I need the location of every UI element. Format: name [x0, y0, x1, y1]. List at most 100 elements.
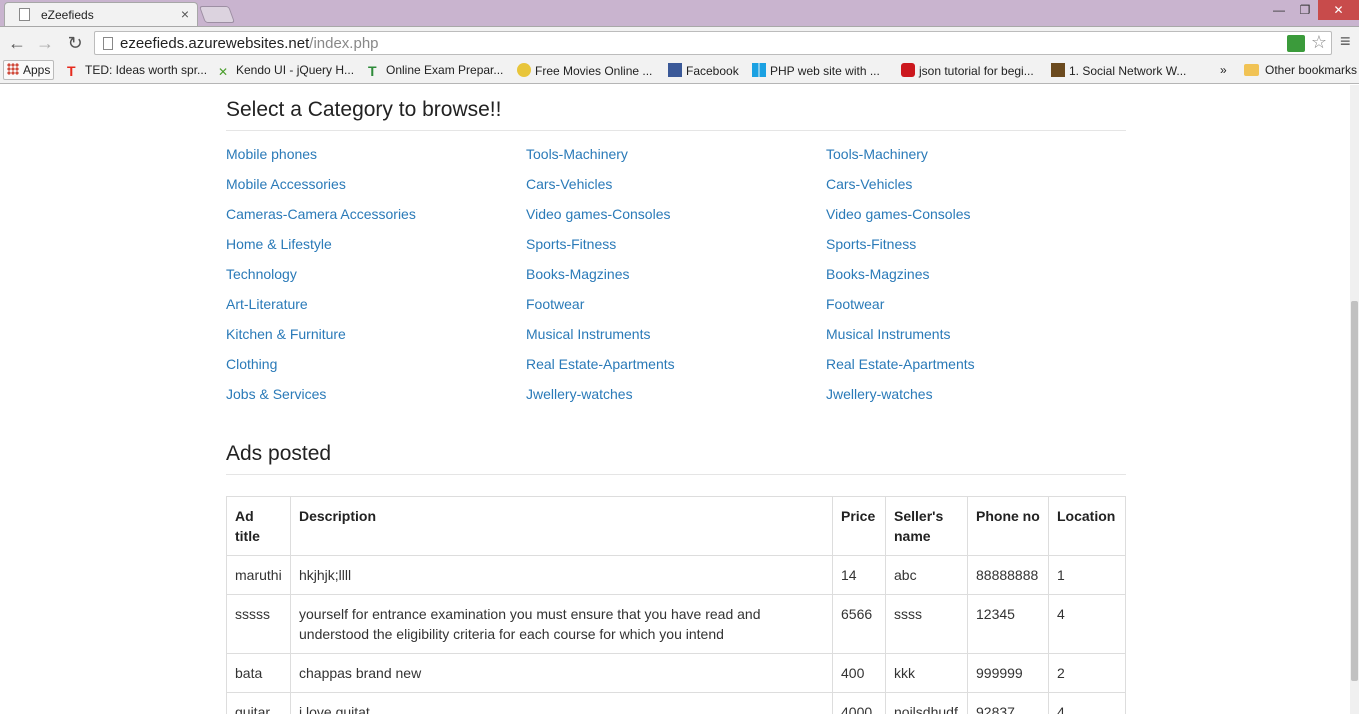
cell-price: 4000	[832, 692, 886, 714]
category-item: Cars-Vehicles	[526, 176, 826, 206]
table-row: sssss yourself for entrance examination y…	[226, 594, 1126, 654]
youtube-icon	[901, 63, 915, 77]
close-tab-icon[interactable]: ×	[181, 6, 189, 22]
ads-table-header: Ad title Description Price Seller's name Pho…	[226, 496, 1126, 556]
category-item: Mobile Accessories	[226, 176, 526, 206]
bookmark-star-icon[interactable]: ☆	[1311, 32, 1327, 53]
category-item: Tools-Machinery	[826, 146, 1126, 176]
cell-price: 6566	[832, 594, 886, 654]
category-link[interactable]: Video games-Consoles	[826, 206, 971, 222]
page-viewport: Select a Category to browse!! Mobile pho…	[0, 85, 1359, 714]
category-link[interactable]: Footwear	[526, 296, 584, 312]
category-link[interactable]: Cameras-Camera Accessories	[226, 206, 416, 222]
bookmark-social-network[interactable]: 1. Social Network W...	[1051, 63, 1186, 78]
bookmark-ted[interactable]: T TED: Ideas worth spr...	[67, 63, 207, 78]
table-row: maruthi hkjhjk;llll 14 abc 88888888 1	[226, 555, 1126, 595]
browser-toolbar: ← → ↻ ezeefieds.azurewebsites.net/index.…	[0, 26, 1359, 58]
cell-location: 1	[1048, 555, 1126, 595]
category-link[interactable]: Mobile phones	[226, 146, 317, 162]
extension-icon[interactable]	[1287, 35, 1305, 52]
more-bookmarks-chevron-icon[interactable]: »	[1220, 63, 1227, 77]
category-item: Jwellery-watches	[526, 386, 826, 416]
bookmark-json-tutorial[interactable]: json tutorial for begi...	[901, 63, 1034, 78]
back-button[interactable]: ←	[6, 32, 28, 54]
category-link[interactable]: Art-Literature	[226, 296, 308, 312]
category-link[interactable]: Cars-Vehicles	[526, 176, 612, 192]
reload-button[interactable]: ↻	[64, 32, 86, 54]
category-link[interactable]: Video games-Consoles	[526, 206, 671, 222]
bookmark-label: Facebook	[686, 64, 739, 78]
cell-seller-name: kkk	[885, 653, 968, 693]
category-item: Musical Instruments	[526, 326, 826, 356]
category-link[interactable]: Books-Magzines	[526, 266, 630, 282]
category-link[interactable]: Tools-Machinery	[826, 146, 928, 162]
url-text: ezeefieds.azurewebsites.net/index.php	[120, 35, 379, 52]
address-bar[interactable]: ezeefieds.azurewebsites.net/index.php ☆	[94, 31, 1332, 55]
category-link[interactable]: Real Estate-Apartments	[526, 356, 675, 372]
cell-seller-name: ssss	[885, 594, 968, 654]
category-column: Mobile phones Mobile Accessories Cameras-C…	[226, 146, 526, 416]
cell-seller-name: noilsdhudf	[885, 692, 968, 714]
category-link[interactable]: Sports-Fitness	[826, 236, 916, 252]
categories-heading: Select a Category to browse!!	[226, 98, 1126, 131]
category-item: Real Estate-Apartments	[826, 356, 1126, 386]
category-link[interactable]: Technology	[226, 266, 297, 282]
apps-button[interactable]: Apps	[3, 60, 55, 80]
cell-price: 400	[832, 653, 886, 693]
category-link[interactable]: Real Estate-Apartments	[826, 356, 975, 372]
category-item: Tools-Machinery	[526, 146, 826, 176]
column-header-price: Price	[832, 496, 886, 556]
category-link[interactable]: Tools-Machinery	[526, 146, 628, 162]
category-link[interactable]: Mobile Accessories	[226, 176, 346, 192]
folder-icon	[1244, 64, 1259, 76]
category-link[interactable]: Jwellery-watches	[526, 386, 633, 402]
ads-heading: Ads posted	[226, 442, 1126, 475]
minimize-button[interactable]: —	[1266, 0, 1292, 20]
category-link[interactable]: Cars-Vehicles	[826, 176, 912, 192]
category-link[interactable]: Clothing	[226, 356, 277, 372]
vertical-scrollbar[interactable]	[1350, 85, 1359, 714]
category-item: Sports-Fitness	[826, 236, 1126, 266]
kendo-icon: ✕	[218, 65, 229, 79]
category-item: Home & Lifestyle	[226, 236, 526, 266]
category-link[interactable]: Sports-Fitness	[526, 236, 616, 252]
column-header-phone-no: Phone no	[967, 496, 1049, 556]
other-bookmarks[interactable]: Other bookmarks	[1244, 63, 1357, 77]
category-link[interactable]: Musical Instruments	[826, 326, 950, 342]
cell-phone-no: 92837	[967, 692, 1049, 714]
category-link[interactable]: Kitchen & Furniture	[226, 326, 346, 342]
cell-price: 14	[832, 555, 886, 595]
bookmark-kendo[interactable]: ✕ Kendo UI - jQuery H...	[218, 63, 354, 79]
bookmark-free-movies[interactable]: Free Movies Online ...	[517, 63, 652, 78]
scrollbar-thumb[interactable]	[1351, 301, 1358, 681]
bookmark-label: 1. Social Network W...	[1069, 64, 1187, 78]
column-header-ad-title: Ad title	[226, 496, 291, 556]
url-path: /index.php	[309, 35, 379, 52]
category-link[interactable]: Footwear	[826, 296, 884, 312]
category-link[interactable]: Jwellery-watches	[826, 386, 933, 402]
category-link[interactable]: Books-Magzines	[826, 266, 930, 282]
category-item: Video games-Consoles	[526, 206, 826, 236]
table-row: guitar i love guitat 4000 noilsdhudf 92837 4	[226, 692, 1126, 714]
browser-tab[interactable]: eZeefieds ×	[4, 2, 198, 26]
close-window-button[interactable]: ✕	[1318, 0, 1359, 20]
bookmark-facebook[interactable]: Facebook	[668, 63, 739, 78]
category-item: Musical Instruments	[826, 326, 1126, 356]
restore-button[interactable]: ❐	[1292, 0, 1318, 20]
category-link[interactable]: Jobs & Services	[226, 386, 326, 402]
cell-ad-title: sssss	[226, 594, 291, 654]
windows-icon	[752, 63, 766, 77]
cell-phone-no: 12345	[967, 594, 1049, 654]
bookmark-online-exam[interactable]: T Online Exam Prepar...	[368, 63, 503, 78]
category-item: Books-Magzines	[526, 266, 826, 296]
bookmark-php-web-site[interactable]: PHP web site with ...	[752, 63, 880, 78]
new-tab-button[interactable]	[198, 6, 236, 23]
category-item: Sports-Fitness	[526, 236, 826, 266]
forward-button[interactable]: →	[34, 32, 56, 54]
category-item: Clothing	[226, 356, 526, 386]
cell-ad-title: guitar	[226, 692, 291, 714]
category-link[interactable]: Musical Instruments	[526, 326, 650, 342]
url-host: ezeefieds.azurewebsites.net	[120, 35, 310, 52]
menu-icon[interactable]: ≡	[1340, 31, 1351, 52]
category-link[interactable]: Home & Lifestyle	[226, 236, 332, 252]
